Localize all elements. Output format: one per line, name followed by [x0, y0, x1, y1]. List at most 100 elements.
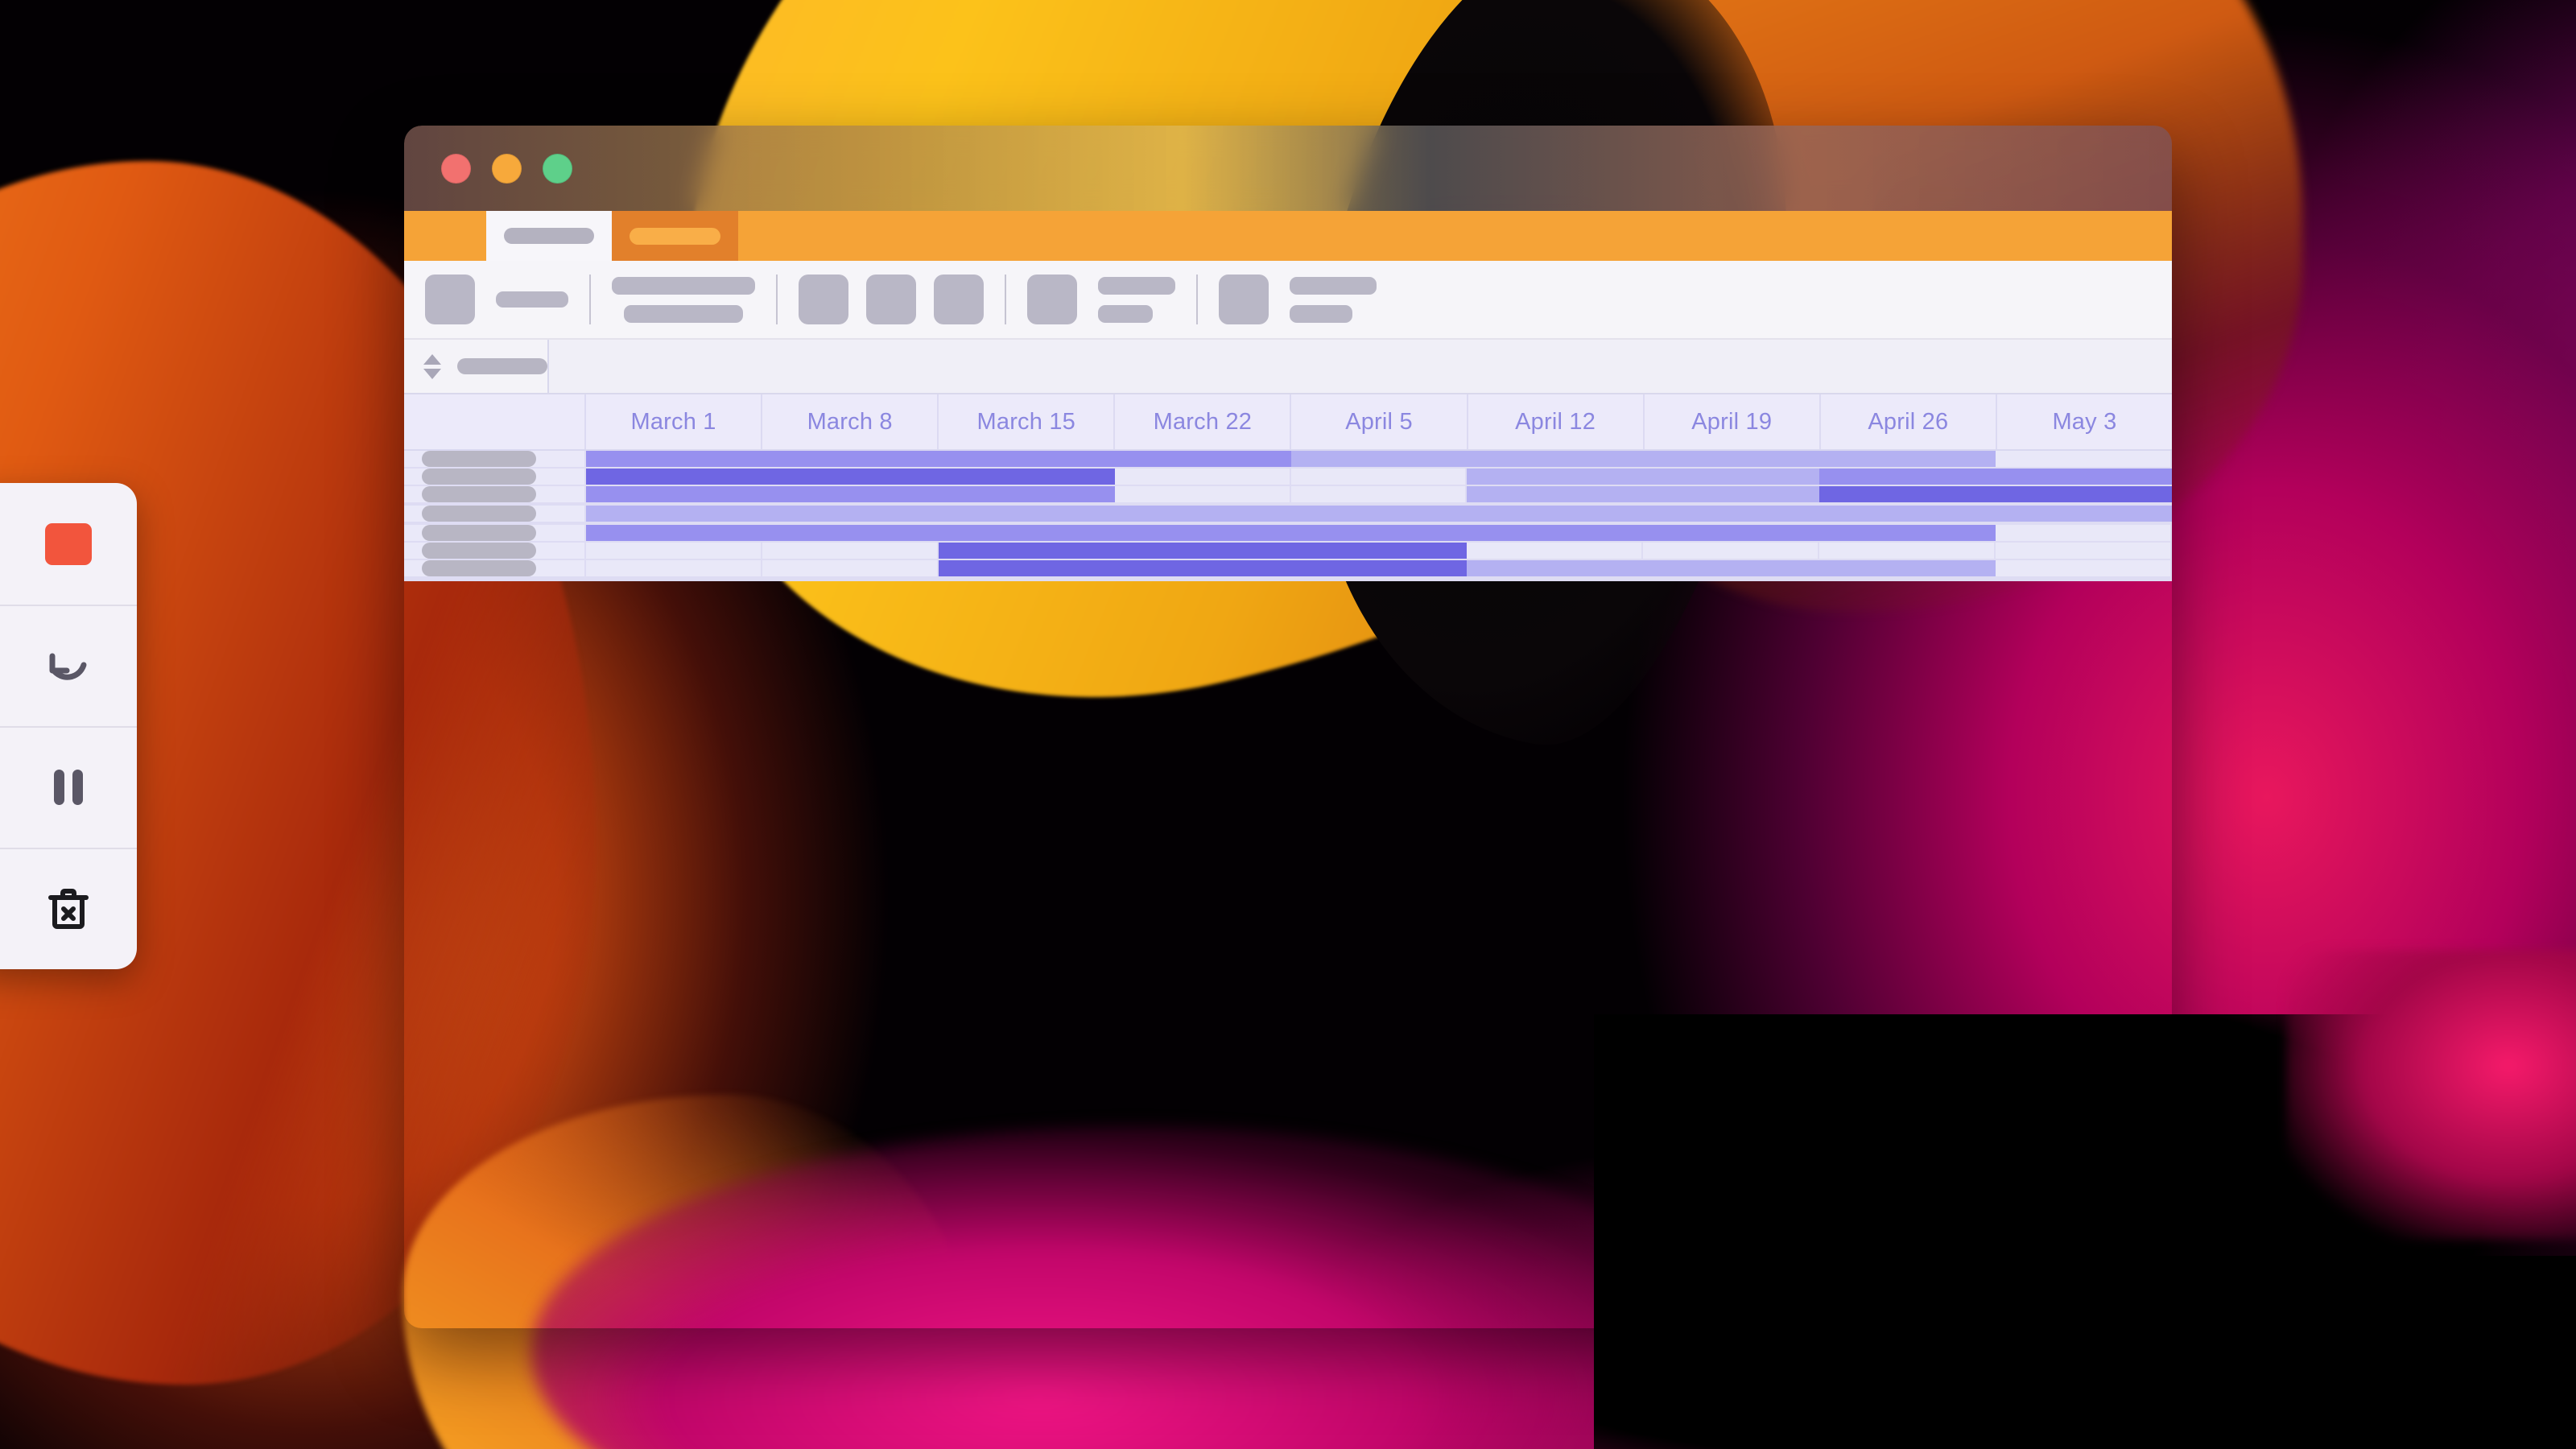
sort-label: [457, 358, 547, 374]
gantt-bar[interactable]: [586, 469, 1115, 485]
gantt-row[interactable]: [404, 486, 2172, 504]
gantt-chart: March 1 March 8 March 15 March 22 April 5 Apr…: [404, 394, 2172, 581]
gantt-bar[interactable]: [1819, 469, 2172, 485]
gantt-bar[interactable]: [1467, 486, 1820, 502]
gantt-grid-cell: [1996, 525, 2172, 541]
zoom-icon[interactable]: [543, 153, 572, 184]
gantt-header-cell: May 3: [1996, 394, 2172, 449]
gantt-header-corner: [404, 394, 586, 449]
gantt-row-label-cell: [404, 560, 586, 576]
gantt-row[interactable]: [404, 525, 2172, 543]
gantt-row[interactable]: [404, 451, 2172, 469]
tab-2[interactable]: [612, 211, 738, 261]
tab-bar-trailing-space: [738, 211, 2172, 261]
sort-bar: [404, 340, 2172, 394]
gantt-row-label: [422, 543, 536, 559]
toolbar-icon-share[interactable]: [1219, 275, 1269, 324]
tab-bar-leading-space: [404, 211, 486, 261]
toolbar-icon-view-2[interactable]: [866, 275, 916, 324]
gantt-grid-cell: [1115, 469, 1291, 485]
sort-up-down-icon: [423, 353, 441, 379]
toolbar-icon-view-1[interactable]: [799, 275, 848, 324]
gantt-row-label-cell: [404, 451, 586, 467]
gantt-rows: [404, 451, 2172, 581]
tab-bar: [404, 211, 2172, 261]
sort-control[interactable]: [404, 340, 549, 393]
gantt-grid-cell: [1467, 543, 1644, 559]
toolbar-divider-1: [589, 275, 591, 324]
gantt-row[interactable]: [404, 469, 2172, 486]
toolbar-share-line-1: [1290, 276, 1377, 295]
gantt-row-label: [422, 525, 536, 541]
gantt-header-cell: March 15: [939, 394, 1116, 449]
toolbar-icon-nav[interactable]: [425, 275, 475, 324]
gantt-header-cell: March 8: [762, 394, 939, 449]
gantt-row-track: [586, 543, 2172, 559]
gantt-bar[interactable]: [586, 506, 2172, 522]
gantt-grid-cell: [762, 543, 939, 559]
gantt-row-label-cell: [404, 469, 586, 485]
tab-1[interactable]: [486, 211, 612, 261]
close-icon[interactable]: [441, 153, 471, 184]
gantt-bar[interactable]: [938, 543, 1468, 559]
toolbar-group-share: [1219, 275, 1377, 324]
desktop-background: March 1 March 8 March 15 March 22 April 5 Apr…: [0, 0, 2576, 1449]
gantt-bar[interactable]: [586, 525, 1996, 541]
wallpaper-pink-right: [2286, 950, 2576, 1240]
gantt-header-cell: March 22: [1115, 394, 1292, 449]
tab-2-label: [630, 227, 720, 245]
toolbar-group-views: [799, 275, 984, 324]
window-title-bar: [404, 126, 2172, 211]
gantt-row[interactable]: [404, 543, 2172, 560]
gantt-bar[interactable]: [1290, 451, 1996, 467]
gantt-row-label: [422, 469, 536, 485]
trash-x-icon: [48, 888, 89, 929]
sort-bar-filler: [549, 340, 2172, 393]
recording-control-panel: [0, 483, 137, 969]
gantt-row-track: [586, 506, 2172, 522]
gantt-grid-cell: [586, 560, 762, 576]
delete-recording-button[interactable]: [0, 848, 137, 969]
pause-button[interactable]: [0, 726, 137, 848]
gantt-row-label: [422, 486, 536, 502]
toolbar-icon-filter[interactable]: [1027, 275, 1077, 324]
gantt-row-label: [422, 506, 536, 522]
gantt-row[interactable]: [404, 560, 2172, 578]
gantt-row[interactable]: [404, 506, 2172, 523]
gantt-row-label-cell: [404, 543, 586, 559]
gantt-header-cell: April 5: [1291, 394, 1468, 449]
undo-button[interactable]: [0, 605, 137, 726]
toolbar-group-nav: [425, 275, 568, 324]
minimize-icon[interactable]: [492, 153, 522, 184]
gantt-row-track: [586, 560, 2172, 576]
pause-bars-icon: [54, 769, 83, 805]
gantt-grid-cell: [1996, 543, 2172, 559]
gantt-bar[interactable]: [938, 560, 1468, 576]
tab-1-label: [504, 228, 594, 244]
toolbar-share-line-2: [1290, 304, 1352, 323]
gantt-grid-cell: [1643, 543, 1820, 559]
gantt-grid-cell: [586, 543, 762, 559]
gantt-grid-cell: [1115, 486, 1291, 502]
gantt-bar[interactable]: [1467, 469, 1820, 485]
toolbar-nav-label: [496, 291, 568, 308]
stop-square-icon: [45, 522, 92, 565]
toolbar-divider-2: [776, 275, 778, 324]
gantt-grid-cell: [762, 560, 939, 576]
gantt-row-track: [586, 469, 2172, 485]
gantt-row-track: [586, 451, 2172, 467]
gantt-bar[interactable]: [1467, 560, 1996, 576]
gantt-grid-cell: [1996, 560, 2172, 576]
toolbar-filter-line-1: [1098, 276, 1175, 295]
gantt-row[interactable]: [404, 580, 2172, 581]
undo-arrow-icon: [49, 653, 87, 679]
gantt-grid-cell: [1996, 451, 2172, 467]
toolbar-filter-line-2: [1098, 304, 1153, 323]
gantt-bar[interactable]: [586, 451, 1291, 467]
stop-recording-button[interactable]: [0, 483, 137, 605]
gantt-row-label-cell: [404, 525, 586, 541]
gantt-bar[interactable]: [1819, 486, 2172, 502]
toolbar-group-filter: [1027, 275, 1175, 324]
toolbar-icon-view-3[interactable]: [934, 275, 984, 324]
gantt-bar[interactable]: [586, 486, 1115, 502]
